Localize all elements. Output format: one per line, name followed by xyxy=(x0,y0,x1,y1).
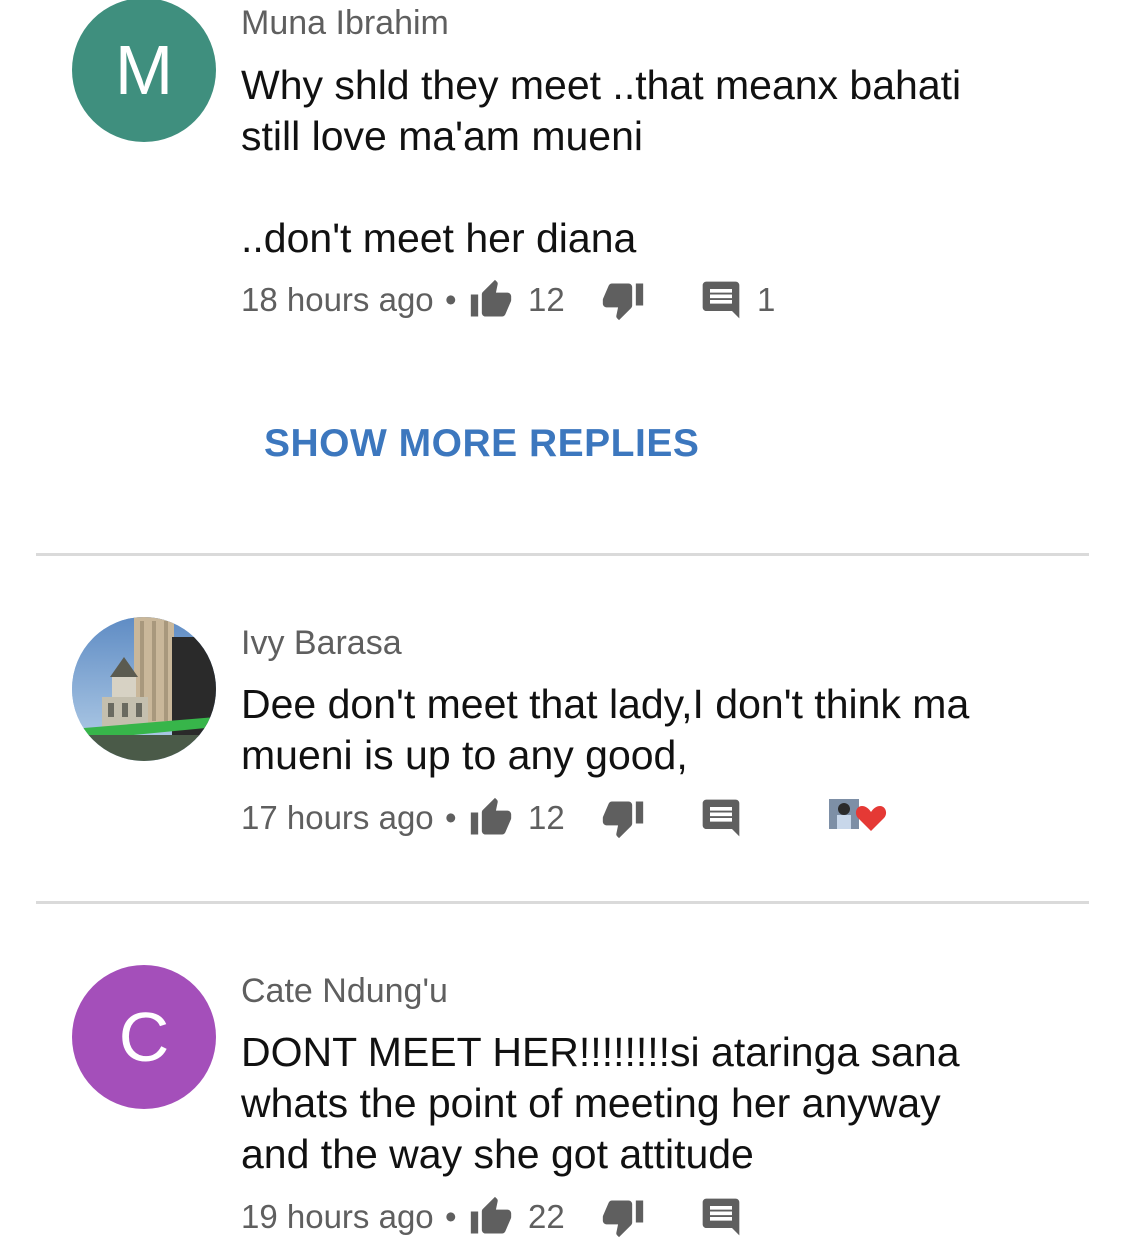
like-count: 22 xyxy=(528,1198,565,1235)
thumbs-down-icon[interactable] xyxy=(598,793,648,843)
show-more-replies-button[interactable]: SHOW MORE REPLIES xyxy=(264,422,699,466)
avatar-photo xyxy=(72,617,216,761)
comment-author[interactable]: Muna Ibrahim xyxy=(241,4,449,43)
like-count: 12 xyxy=(528,799,565,836)
comment-body-line: Dee don't meet that lady,I don't think m… xyxy=(241,681,970,778)
comment-body-line: DONT MEET HER!!!!!!!!si ataringa sana wh… xyxy=(241,1029,960,1177)
thumbs-down-icon[interactable] xyxy=(598,1192,648,1242)
comment-actions: 19 hours ago • 22 xyxy=(241,1192,941,1242)
comment-body-line: ..don't meet her diana xyxy=(241,215,637,261)
comment-actions: 18 hours ago • 12 1 xyxy=(241,275,941,325)
dot-separator: • xyxy=(445,281,457,318)
divider xyxy=(36,901,1089,904)
comment-author[interactable]: Ivy Barasa xyxy=(241,624,402,663)
thumbs-down-icon[interactable] xyxy=(598,275,648,325)
dot-separator: • xyxy=(445,799,457,836)
comment-icon[interactable] xyxy=(696,1192,746,1242)
thumbs-up-icon[interactable] xyxy=(466,793,516,843)
like-count: 12 xyxy=(528,281,565,318)
divider xyxy=(36,553,1089,556)
creator-heart-badge xyxy=(827,795,887,835)
thumbs-up-icon[interactable] xyxy=(466,1192,516,1242)
reply-count: 1 xyxy=(757,281,776,318)
avatar[interactable]: M xyxy=(72,0,216,142)
comment-timestamp: 18 hours ago xyxy=(241,281,434,318)
thumbs-up-icon[interactable] xyxy=(466,275,516,325)
comment-timestamp: 19 hours ago xyxy=(241,1198,434,1235)
dot-separator: • xyxy=(445,1198,457,1235)
comment-body-line: Why shld they meet ..that meanx bahati s… xyxy=(241,62,962,159)
avatar[interactable] xyxy=(72,617,216,761)
comment-body: Why shld they meet ..that meanx bahati s… xyxy=(241,60,1041,264)
heart-icon xyxy=(855,806,887,831)
comment-actions: 17 hours ago • 12 xyxy=(241,793,941,843)
comment-icon[interactable] xyxy=(696,793,746,843)
comment-body: Dee don't meet that lady,I don't think m… xyxy=(241,679,1041,781)
avatar-letter: M xyxy=(114,31,174,109)
comment-body: DONT MEET HER!!!!!!!!si ataringa sana wh… xyxy=(241,1027,1041,1180)
comment-icon[interactable] xyxy=(696,275,746,325)
comment-author[interactable]: Cate Ndung'u xyxy=(241,972,448,1011)
avatar[interactable]: C xyxy=(72,965,216,1109)
comment-timestamp: 17 hours ago xyxy=(241,799,434,836)
avatar-letter: C xyxy=(118,998,170,1076)
